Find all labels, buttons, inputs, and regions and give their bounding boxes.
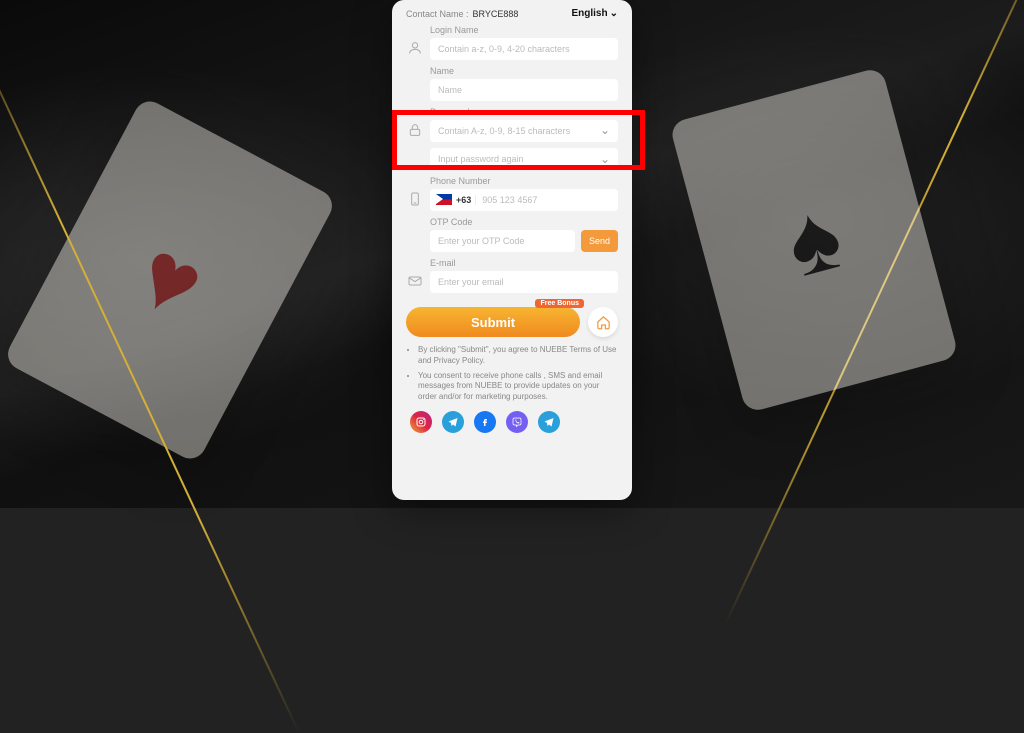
phone-icon [406, 190, 424, 208]
contact-name: Contact Name : BRYCE888 [406, 9, 518, 19]
field-phone: Phone Number +63 [406, 176, 618, 211]
name-label: Name [430, 66, 618, 76]
field-password: Password ⌄ [406, 107, 618, 142]
phone-label: Phone Number [430, 176, 618, 186]
field-name: Name [406, 66, 618, 101]
password-label: Password [430, 107, 618, 117]
free-bonus-badge: Free Bonus [535, 299, 584, 308]
deco-card-hearts [2, 96, 337, 464]
terms-item: By clicking "Submit", you agree to NUEBE… [418, 345, 618, 367]
telegram-icon[interactable] [442, 411, 464, 433]
login-name-input[interactable] [430, 38, 618, 60]
language-selector[interactable]: English ⌄ [571, 8, 618, 19]
telegram-icon[interactable] [538, 411, 560, 433]
password-input[interactable] [430, 120, 618, 142]
deco-card-spades [669, 67, 959, 414]
phone-input[interactable] [476, 189, 618, 211]
eye-icon[interactable]: ⌄ [600, 123, 610, 137]
field-email: E-mail [406, 258, 618, 293]
terms-list: By clicking "Submit", you agree to NUEBE… [418, 345, 618, 403]
chevron-down-icon: ⌄ [610, 8, 618, 19]
submit-button[interactable]: Submit Free Bonus [406, 307, 580, 337]
contact-name-value: BRYCE888 [473, 9, 519, 19]
field-login-name: Login Name [406, 25, 618, 60]
confirm-password-input[interactable] [430, 148, 618, 170]
mail-icon [406, 272, 424, 290]
country-code[interactable]: +63 [456, 195, 476, 205]
eye-icon[interactable]: ⌄ [600, 152, 610, 166]
language-label: English [571, 8, 607, 19]
user-icon [406, 39, 424, 57]
facebook-icon[interactable] [474, 411, 496, 433]
home-button[interactable] [588, 307, 618, 337]
viber-icon[interactable] [506, 411, 528, 433]
otp-label: OTP Code [430, 217, 618, 227]
flag-ph-icon[interactable] [436, 194, 452, 205]
send-otp-button[interactable]: Send [581, 230, 618, 252]
registration-form: Contact Name : BRYCE888 English ⌄ Login … [392, 0, 632, 500]
submit-label: Submit [471, 315, 515, 330]
instagram-icon[interactable] [410, 411, 432, 433]
email-input[interactable] [430, 271, 618, 293]
social-row [406, 411, 618, 433]
email-label: E-mail [430, 258, 618, 268]
field-confirm-password: ⌄ [406, 148, 618, 170]
terms-item: You consent to receive phone calls , SMS… [418, 371, 618, 403]
login-name-label: Login Name [430, 25, 618, 35]
name-input[interactable] [430, 79, 618, 101]
field-otp: OTP Code Send [406, 217, 618, 252]
home-icon [596, 315, 611, 330]
contact-name-label: Contact Name : [406, 9, 469, 19]
otp-input[interactable] [430, 230, 575, 252]
lock-icon [406, 121, 424, 139]
